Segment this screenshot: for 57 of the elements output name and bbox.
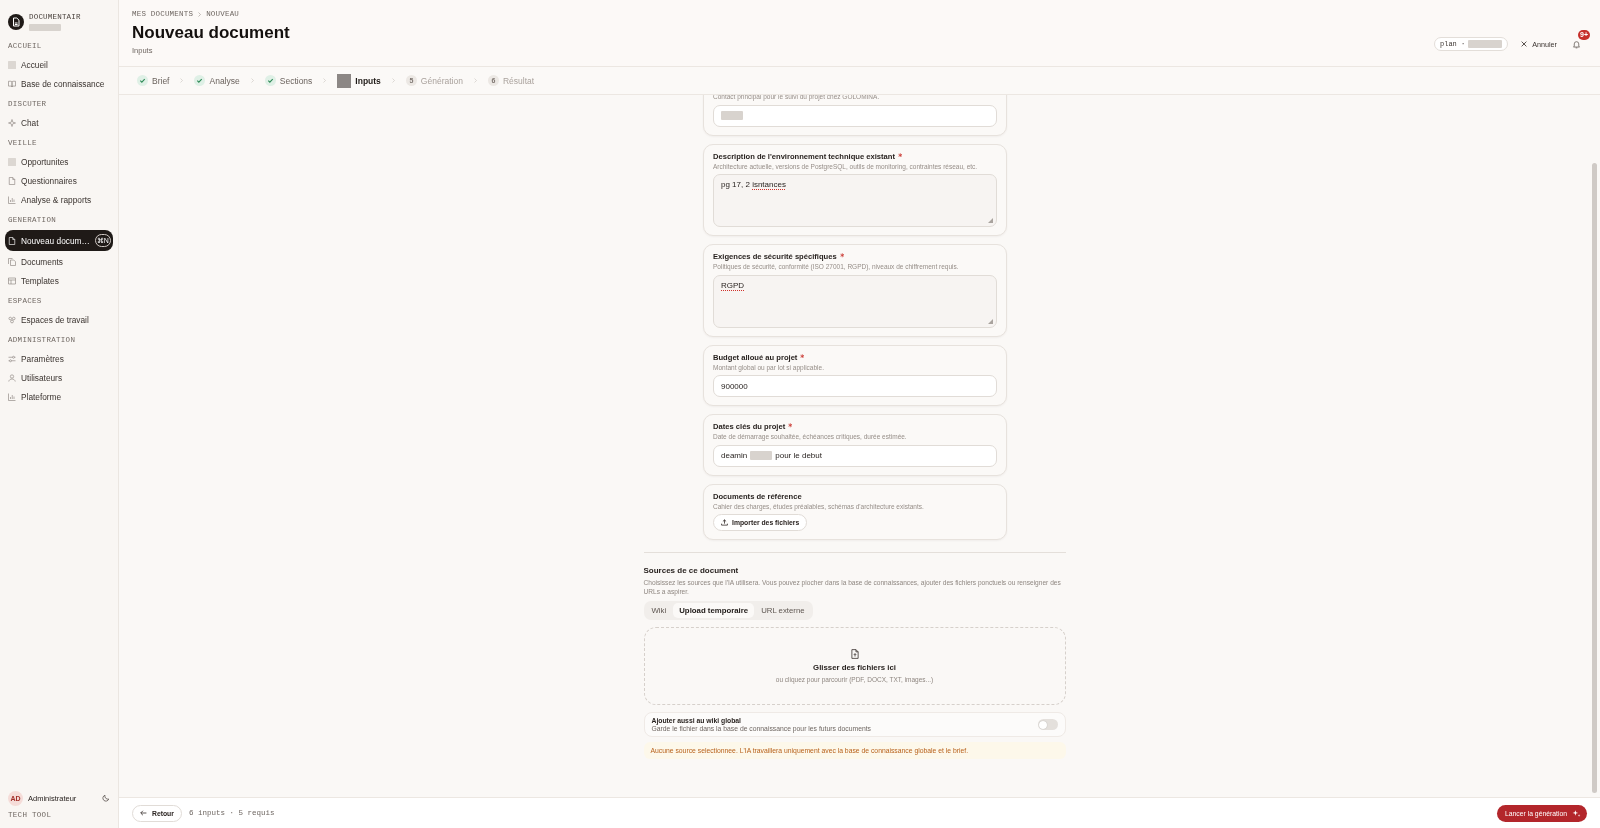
bar-chart-icon xyxy=(8,392,16,401)
documents-icon xyxy=(8,257,16,266)
blurred-icon xyxy=(8,157,16,166)
bell-icon xyxy=(1572,40,1581,49)
stepper-step[interactable]: Sections xyxy=(264,75,313,86)
scrollbar-thumb[interactable] xyxy=(1592,163,1597,793)
nav-item[interactable]: Utilisateurs xyxy=(5,368,113,387)
blurred-block xyxy=(29,24,61,31)
page-title: Nouveau document xyxy=(132,23,290,43)
sparkle-icon xyxy=(1572,808,1581,818)
resize-handle-icon[interactable] xyxy=(988,218,993,223)
nav-item[interactable]: Accueil xyxy=(5,55,113,74)
blurred-block xyxy=(1468,40,1503,48)
nav-item[interactable]: Base de connaissance xyxy=(5,74,113,93)
moon-icon[interactable] xyxy=(102,794,110,802)
check-circle-icon xyxy=(137,75,148,86)
stepper-step[interactable]: Analyse xyxy=(194,75,240,86)
book-icon xyxy=(8,79,16,88)
bar-chart-icon xyxy=(8,195,16,204)
nav-item[interactable]: Documents xyxy=(5,252,113,271)
nav-item[interactable]: Opportunites xyxy=(5,152,113,171)
toggle-switch[interactable] xyxy=(1037,719,1058,730)
check-circle-icon xyxy=(264,75,276,86)
nav-item[interactable]: Espaces de travail xyxy=(5,310,113,329)
settings-icon xyxy=(8,354,16,363)
nav-item[interactable]: Questionnaires xyxy=(5,171,113,190)
document-icon xyxy=(8,236,16,245)
arrow-left-icon xyxy=(140,810,147,816)
blurred-icon xyxy=(337,73,352,88)
resize-handle-icon[interactable] xyxy=(988,318,993,324)
section-title: Sources de ce document xyxy=(643,566,740,576)
stepper-step[interactable]: Brief xyxy=(137,75,170,86)
blurred-icon xyxy=(8,60,16,69)
document-icon xyxy=(8,176,16,185)
text-area[interactable]: pg 17, 2 isntances xyxy=(713,174,997,227)
stepper-step[interactable]: Inputs xyxy=(337,73,381,88)
input-field[interactable] xyxy=(713,104,997,127)
input-field[interactable]: 900000 xyxy=(713,375,997,397)
close-icon xyxy=(1521,41,1528,47)
sparkle-icon xyxy=(8,118,16,127)
upload-icon xyxy=(721,519,728,526)
file-upload-icon xyxy=(849,649,860,659)
nav-item[interactable]: Chat xyxy=(5,113,113,132)
logo-icon xyxy=(8,14,24,30)
chevron-icon xyxy=(198,11,202,17)
nav-item[interactable]: Paramètres xyxy=(5,349,113,368)
nav-item[interactable]: Plateforme xyxy=(5,387,113,406)
user-icon xyxy=(8,373,16,382)
group-icon xyxy=(8,315,16,324)
blurred-block xyxy=(750,451,773,460)
blurred-block xyxy=(721,111,743,120)
nav-item[interactable]: Analyse & rapports xyxy=(5,190,113,209)
layout-icon xyxy=(8,276,16,285)
text-area[interactable]: RGPD xyxy=(713,274,997,328)
input-field[interactable]: deamin pour le debut xyxy=(713,444,997,467)
check-circle-icon xyxy=(194,75,206,86)
nav-item[interactable]: Templates xyxy=(5,271,113,290)
